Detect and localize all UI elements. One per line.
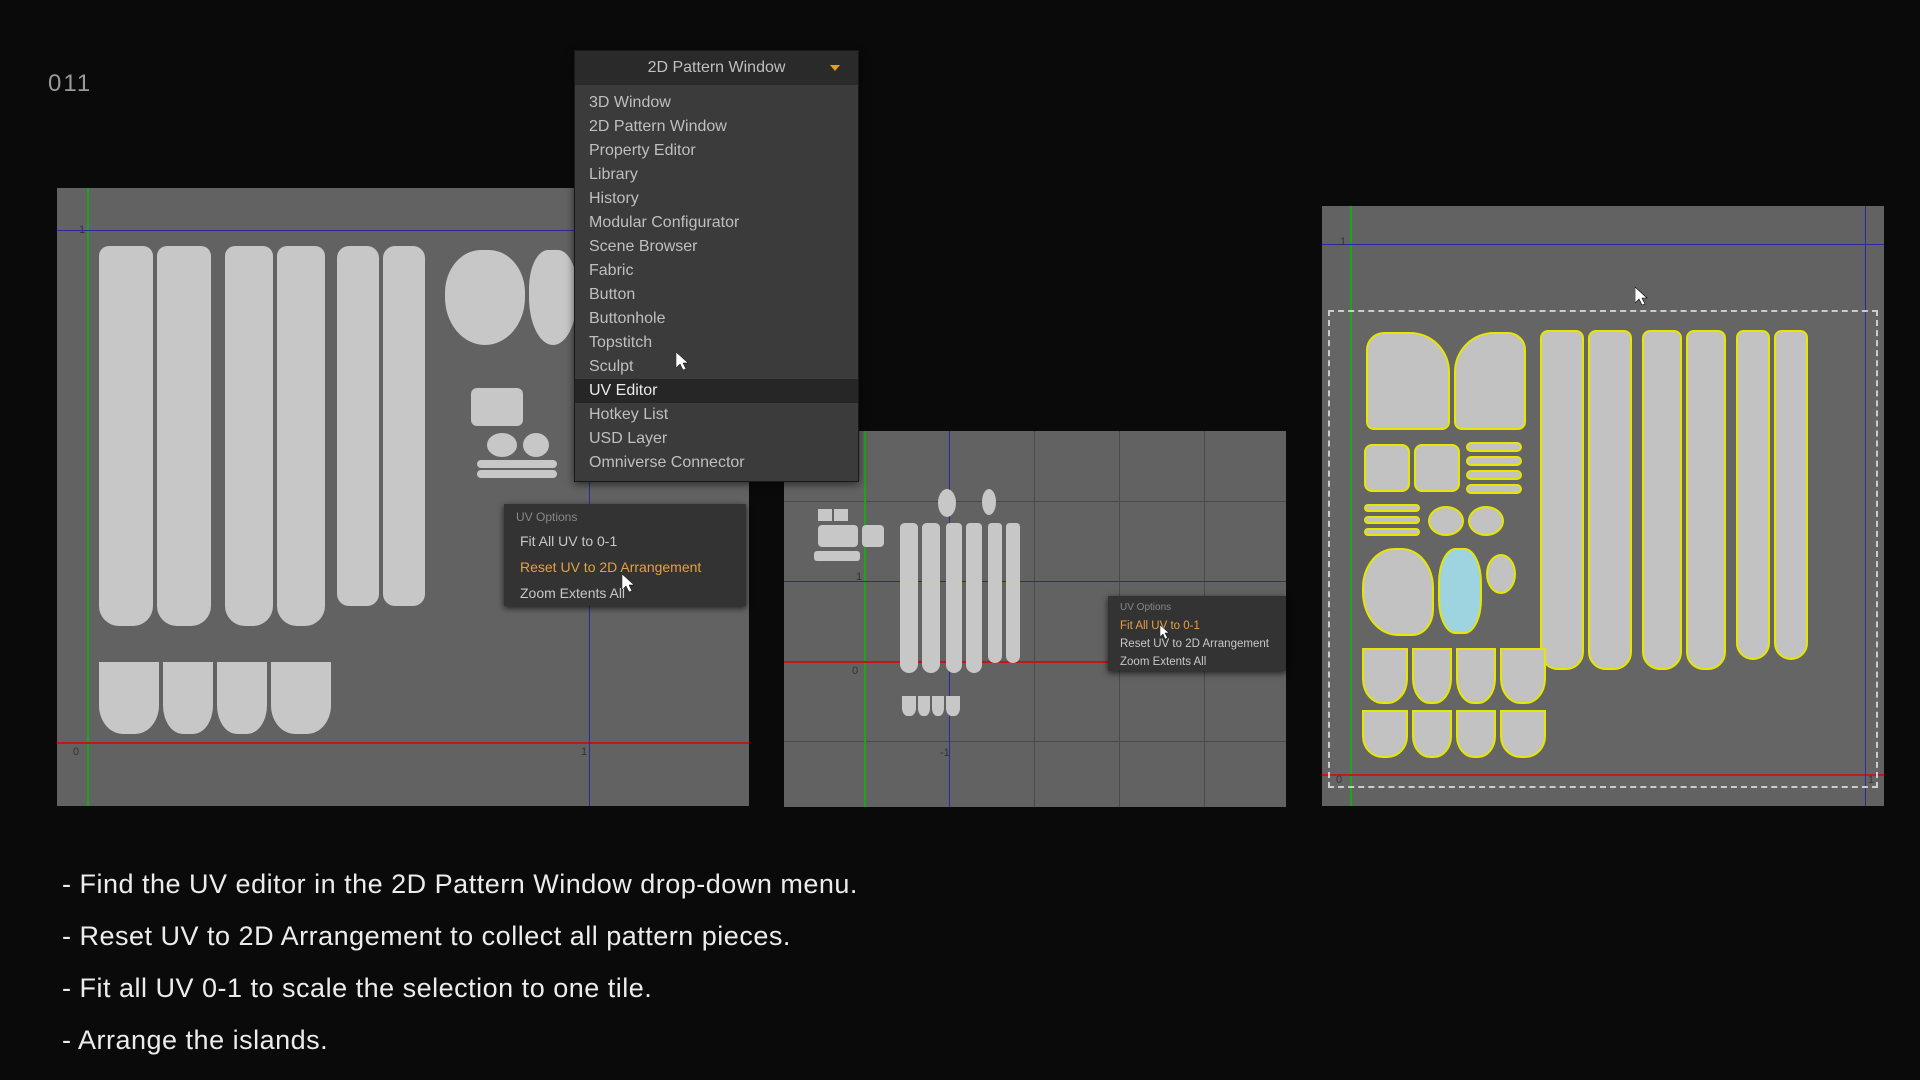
pattern-piece[interactable] (1466, 484, 1522, 494)
uv-panel-right: 0 1 1 (1322, 206, 1884, 806)
tick-0: 0 (73, 746, 79, 758)
ctx-item-fit-mid[interactable]: Fit All UV to 0-1 (1108, 617, 1286, 635)
dd-item-history[interactable]: History (575, 187, 858, 211)
dd-item-button[interactable]: Button (575, 283, 858, 307)
dd-item-2d-pattern[interactable]: 2D Pattern Window (575, 115, 858, 139)
pattern-piece[interactable] (1686, 330, 1726, 670)
ctx-title-mid: UV Options (1108, 596, 1286, 617)
pattern-piece[interactable] (1364, 504, 1420, 512)
pattern-piece[interactable] (1500, 648, 1546, 704)
ctx-item-fit[interactable]: Fit All UV to 0-1 (504, 528, 746, 554)
pattern-piece[interactable] (1540, 330, 1584, 670)
dd-item-uv-editor[interactable]: UV Editor (575, 379, 858, 403)
dropdown-title: 2D Pattern Window (648, 59, 786, 77)
pattern-piece[interactable] (1486, 554, 1516, 594)
dd-item-3d-window[interactable]: 3D Window (575, 91, 858, 115)
pattern-piece[interactable] (1364, 528, 1420, 536)
dd-item-usd-layer[interactable]: USD Layer (575, 427, 858, 451)
dd-item-sculpt[interactable]: Sculpt (575, 355, 858, 379)
pattern-piece[interactable] (1414, 444, 1460, 492)
pattern-piece[interactable] (1412, 648, 1452, 704)
chevron-down-icon (830, 65, 840, 71)
dd-item-fabric[interactable]: Fabric (575, 259, 858, 283)
pattern-piece[interactable] (1362, 548, 1434, 636)
pattern-piece[interactable] (1454, 332, 1526, 430)
dd-item-property-editor[interactable]: Property Editor (575, 139, 858, 163)
pattern-piece[interactable] (1466, 442, 1522, 452)
pattern-piece[interactable] (1736, 330, 1770, 660)
tick-0-mid: 0 (852, 665, 858, 677)
pattern-piece[interactable] (1362, 648, 1408, 704)
tick-1-r: 1 (1340, 236, 1346, 248)
dd-item-topstitch[interactable]: Topstitch (575, 331, 858, 355)
pattern-piece[interactable] (1774, 330, 1808, 660)
pattern-piece[interactable] (1366, 332, 1450, 430)
dd-item-hotkey-list[interactable]: Hotkey List (575, 403, 858, 427)
pattern-piece[interactable] (1500, 710, 1546, 758)
pattern-piece[interactable] (1428, 506, 1464, 536)
dd-item-buttonhole[interactable]: Buttonhole (575, 307, 858, 331)
tick-m1-mid: -1 (940, 747, 950, 759)
instructions-block: - Find the UV editor in the 2D Pattern W… (62, 858, 858, 1066)
pattern-piece[interactable] (1588, 330, 1632, 670)
pattern-piece[interactable] (1468, 506, 1504, 536)
pattern-piece[interactable] (1466, 470, 1522, 480)
tick-1-mid: 1 (856, 571, 862, 583)
pattern-piece[interactable] (1412, 710, 1452, 758)
ctx-title: UV Options (504, 504, 746, 528)
dropdown-list: 3D Window 2D Pattern Window Property Edi… (575, 85, 858, 481)
pattern-piece[interactable] (1364, 444, 1410, 492)
ctx-item-zoom-mid[interactable]: Zoom Extents All (1108, 653, 1286, 671)
pattern-piece[interactable] (1456, 710, 1496, 758)
dropdown-header[interactable]: 2D Pattern Window (575, 51, 858, 85)
tick-1b: 1 (581, 746, 587, 758)
pattern-piece[interactable] (1456, 648, 1496, 704)
dd-item-library[interactable]: Library (575, 163, 858, 187)
ctx-item-reset-mid[interactable]: Reset UV to 2D Arrangement (1108, 635, 1286, 653)
pattern-piece[interactable] (1466, 456, 1522, 466)
dd-item-scene-browser[interactable]: Scene Browser (575, 235, 858, 259)
instruction-line: - Arrange the islands. (62, 1014, 858, 1066)
dd-item-omniverse[interactable]: Omniverse Connector (575, 451, 858, 475)
dd-item-modular-configurator[interactable]: Modular Configurator (575, 211, 858, 235)
window-dropdown[interactable]: 2D Pattern Window 3D Window 2D Pattern W… (574, 50, 859, 482)
pattern-piece[interactable] (1364, 516, 1420, 524)
pattern-piece[interactable] (1438, 548, 1482, 634)
page-number: 011 (48, 70, 92, 98)
instruction-line: - Find the UV editor in the 2D Pattern W… (62, 858, 858, 910)
tick-1: 1 (79, 224, 85, 236)
instruction-line: - Fit all UV 0-1 to scale the selection … (62, 962, 858, 1014)
instruction-line: - Reset UV to 2D Arrangement to collect … (62, 910, 858, 962)
pattern-piece[interactable] (1642, 330, 1682, 670)
uv-options-menu-mid[interactable]: UV Options Fit All UV to 0-1 Reset UV to… (1108, 596, 1286, 671)
pattern-piece[interactable] (1362, 710, 1408, 758)
